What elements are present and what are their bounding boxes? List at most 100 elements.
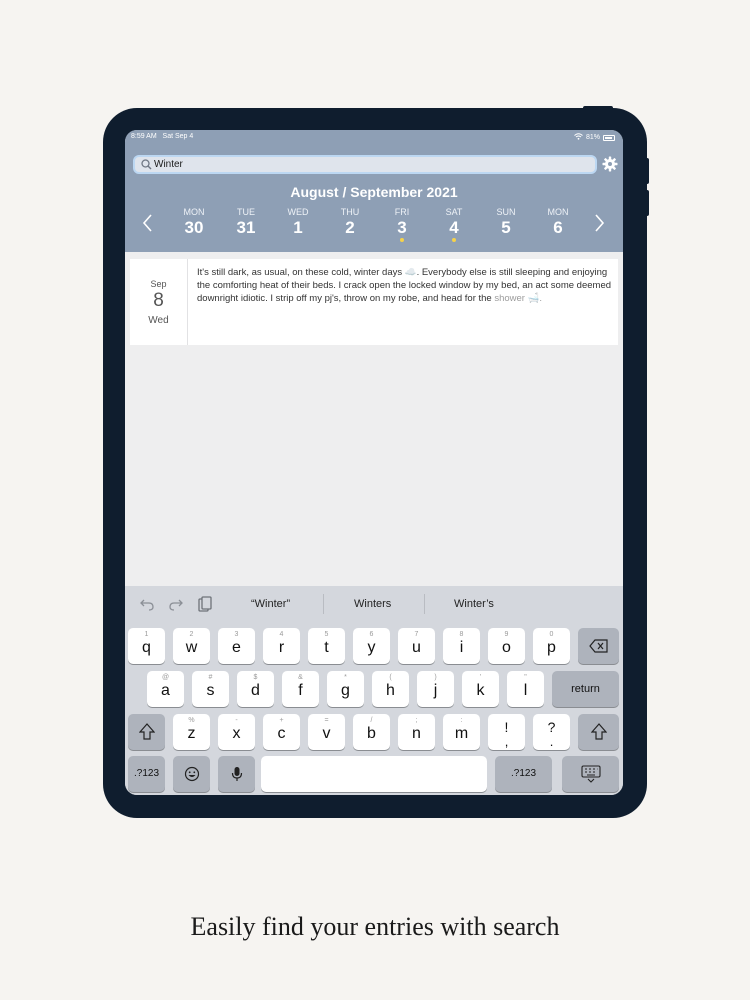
key-char: j bbox=[433, 682, 438, 699]
emoji-key[interactable] bbox=[173, 756, 210, 792]
numbers-key-left[interactable]: .?123 bbox=[128, 756, 165, 792]
key-char: v bbox=[322, 725, 331, 742]
key-char-sub: , bbox=[504, 734, 509, 749]
key-v[interactable]: = v bbox=[308, 714, 345, 750]
search-result-entry[interactable]: Sep 8 Wed It's still dark, as usual, on … bbox=[130, 259, 618, 345]
key-x[interactable]: -x bbox=[218, 714, 255, 750]
day-cell[interactable]: MON 6 bbox=[532, 207, 584, 247]
key-s[interactable]: # s bbox=[192, 671, 229, 707]
search-bar[interactable] bbox=[133, 155, 597, 174]
delete-key[interactable] bbox=[578, 628, 619, 664]
delete-icon bbox=[578, 639, 619, 658]
day-number: 5 bbox=[501, 218, 511, 237]
day-cell[interactable]: MON 30 bbox=[168, 207, 220, 247]
marketing-caption: Easily find your entries with search bbox=[190, 912, 560, 941]
key-char: f bbox=[298, 682, 303, 699]
dismiss-keyboard-key[interactable] bbox=[562, 756, 619, 792]
gear-icon[interactable] bbox=[602, 156, 618, 172]
key-question[interactable]: ?. bbox=[533, 714, 570, 750]
key-e[interactable]: 3e bbox=[218, 628, 255, 664]
key-char: g bbox=[341, 682, 350, 699]
key-hint: + bbox=[279, 717, 284, 724]
key-r[interactable]: 4r bbox=[263, 628, 300, 664]
day-name: SAT bbox=[445, 207, 463, 217]
day-name: FRI bbox=[394, 207, 410, 217]
day-cell[interactable]: THU 2 bbox=[324, 207, 376, 247]
day-cell[interactable]: SAT 4 bbox=[428, 207, 480, 247]
next-week-arrow-icon[interactable] bbox=[592, 212, 606, 234]
key-hint: 5 bbox=[324, 631, 329, 638]
tablet-top-button bbox=[583, 106, 613, 110]
suggestion-2[interactable]: Winters bbox=[354, 598, 391, 610]
day-name: WED bbox=[287, 207, 309, 217]
day-cell[interactable]: WED 1 bbox=[272, 207, 324, 247]
key-d[interactable]: $ d bbox=[237, 671, 274, 707]
key-char: h bbox=[386, 682, 395, 699]
key-o[interactable]: 9o bbox=[488, 628, 525, 664]
key-p[interactable]: 0p bbox=[533, 628, 570, 664]
day-number: 1 bbox=[293, 218, 303, 237]
suggestion-3[interactable]: Winter’s bbox=[454, 598, 494, 610]
day-number: 4 bbox=[449, 218, 459, 237]
entry-weekday: Wed bbox=[148, 315, 169, 326]
key-k[interactable]: ' k bbox=[462, 671, 499, 707]
paste-icon[interactable] bbox=[197, 596, 213, 612]
key-hint: & bbox=[298, 674, 303, 681]
key-char-sub: . bbox=[549, 734, 554, 749]
key-m[interactable]: :m bbox=[443, 714, 480, 750]
day-cell[interactable]: SUN 5 bbox=[480, 207, 532, 247]
key-t[interactable]: 5t bbox=[308, 628, 345, 664]
return-label: return bbox=[571, 683, 600, 695]
key-a[interactable]: @ a bbox=[147, 671, 184, 707]
microphone-icon bbox=[218, 766, 255, 787]
numbers-key-right[interactable]: .?123 bbox=[495, 756, 552, 792]
dictation-key[interactable] bbox=[218, 756, 255, 792]
key-hint: / bbox=[370, 717, 373, 724]
key-g[interactable]: * g bbox=[327, 671, 364, 707]
key-q[interactable]: 1q bbox=[128, 628, 165, 664]
day-name: SUN bbox=[496, 207, 516, 217]
status-bar-left: 8:59 AM Sat Sep 4 bbox=[131, 133, 193, 140]
day-number: 6 bbox=[553, 218, 563, 237]
key-l[interactable]: " l bbox=[507, 671, 544, 707]
key-f[interactable]: & f bbox=[282, 671, 319, 707]
shift-key-right[interactable] bbox=[578, 714, 619, 750]
day-number: 2 bbox=[345, 218, 355, 237]
search-input[interactable] bbox=[154, 159, 574, 170]
week-strip: MON 30 TUE 31 WED 1 THU 2 FRI 3 SAT 4 SUN 5 MON… bbox=[168, 207, 584, 247]
redo-icon[interactable] bbox=[168, 596, 184, 612]
key-char: q bbox=[142, 639, 151, 656]
key-w[interactable]: 2w bbox=[173, 628, 210, 664]
key-char: w bbox=[185, 639, 198, 656]
key-n[interactable]: ; n bbox=[398, 714, 435, 750]
space-bar[interactable] bbox=[261, 756, 487, 792]
day-cell[interactable]: FRI 3 bbox=[376, 207, 428, 247]
key-b[interactable]: / b bbox=[353, 714, 390, 750]
entry-day: 8 bbox=[153, 290, 164, 311]
day-cell[interactable]: TUE 31 bbox=[220, 207, 272, 247]
key-char: c bbox=[277, 725, 286, 742]
key-u[interactable]: 7u bbox=[398, 628, 435, 664]
key-hint: 1 bbox=[144, 631, 149, 638]
shift-key-left[interactable] bbox=[128, 714, 165, 750]
tablet-side-button-2 bbox=[645, 190, 649, 216]
key-i[interactable]: 8i bbox=[443, 628, 480, 664]
key-j[interactable]: ) j bbox=[417, 671, 454, 707]
key-hint: - bbox=[235, 717, 238, 724]
suggestion-1[interactable]: “Winter” bbox=[251, 598, 290, 610]
entry-month: Sep bbox=[150, 279, 167, 289]
key-exclamation[interactable]: !, bbox=[488, 714, 525, 750]
key-y[interactable]: 6y bbox=[353, 628, 390, 664]
key-char: i bbox=[459, 639, 464, 656]
key-z[interactable]: % z bbox=[173, 714, 210, 750]
key-h[interactable]: (h bbox=[372, 671, 409, 707]
key-hint: 4 bbox=[279, 631, 284, 638]
key-char: r bbox=[278, 639, 285, 656]
return-key[interactable]: return bbox=[552, 671, 619, 707]
key-c[interactable]: + c bbox=[263, 714, 300, 750]
status-date: Sat Sep 4 bbox=[162, 133, 194, 140]
previous-week-arrow-icon[interactable] bbox=[141, 212, 155, 234]
undo-icon[interactable] bbox=[139, 596, 155, 612]
day-number: 30 bbox=[184, 218, 204, 237]
keyboard-hide-icon bbox=[562, 765, 619, 788]
